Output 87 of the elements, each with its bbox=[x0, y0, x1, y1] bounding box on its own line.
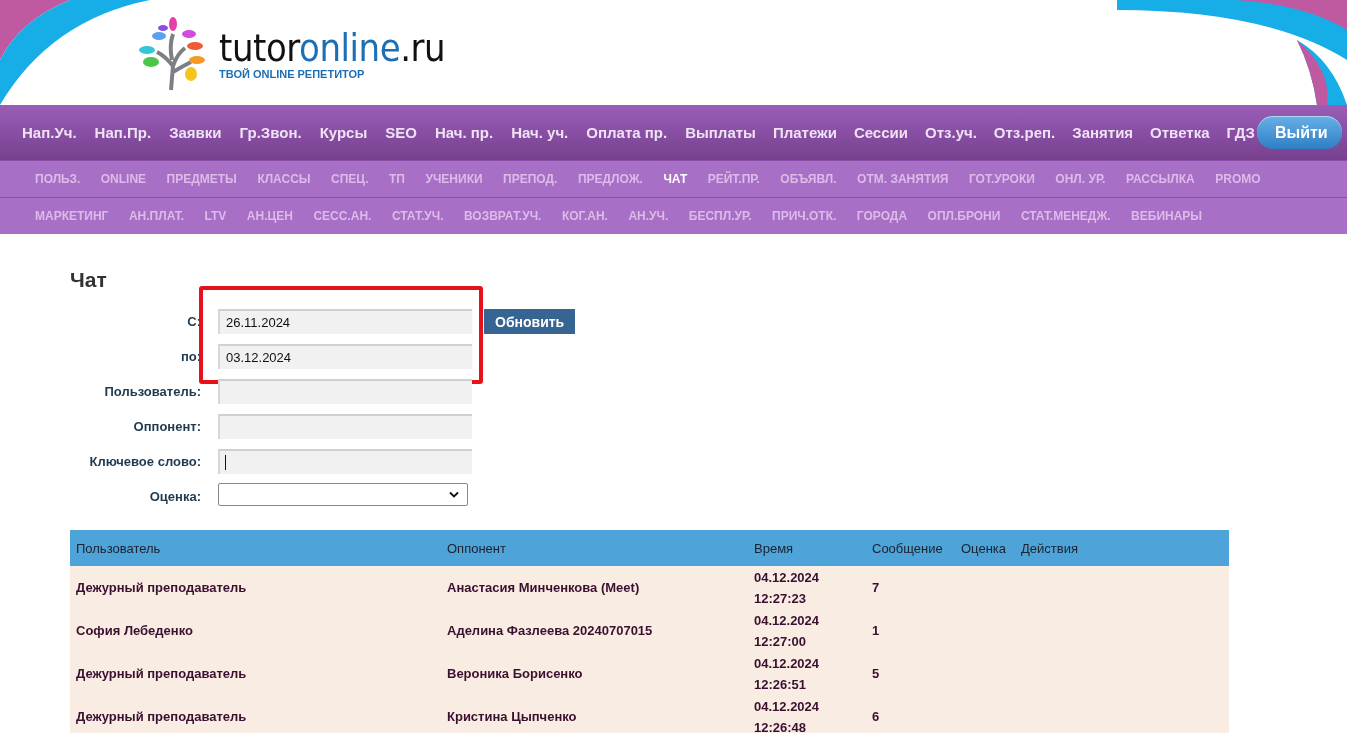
chevron-down-icon bbox=[449, 491, 459, 498]
column-header: Пользователь bbox=[76, 540, 161, 556]
nav-tab[interactable]: ПРЕПОД. bbox=[503, 172, 558, 186]
nav-tab[interactable]: РАССЫЛКА bbox=[1125, 172, 1195, 186]
nav-link[interactable]: Отз.уч. bbox=[925, 124, 977, 141]
table-cell: София Лебеденко bbox=[76, 623, 193, 638]
nav-tab[interactable]: ОНЛ. УР. bbox=[1055, 172, 1106, 186]
nav-tab[interactable]: КОГ.АН. bbox=[561, 209, 608, 223]
nav-tab[interactable]: РЕЙТ.ПР. bbox=[707, 172, 760, 186]
input-field[interactable]: 26.11.2024 bbox=[218, 309, 472, 334]
nav-link[interactable]: Ответка bbox=[1150, 124, 1210, 141]
nav-link[interactable]: Заявки bbox=[169, 124, 222, 141]
nav-tab[interactable]: АН.ПЛАТ. bbox=[128, 209, 184, 223]
input-field[interactable] bbox=[218, 449, 472, 474]
page-title: Чат bbox=[70, 268, 108, 292]
field-label: Оппонент: bbox=[132, 419, 201, 434]
nav-link[interactable]: Отз.реп. bbox=[993, 124, 1056, 141]
nav-tab[interactable]: ОПЛ.БРОНИ bbox=[927, 209, 1001, 223]
table-cell-text: 04.12.2024 12:27:23 bbox=[754, 568, 821, 608]
table-cell-text: 04.12.2024 12:26:48 bbox=[754, 697, 821, 733]
table-cell: Кристина Цыпченко bbox=[447, 709, 577, 724]
nav-tab[interactable]: ПРЕДЛОЖ. bbox=[577, 172, 643, 186]
nav-tab[interactable]: ГОТ.УРОКИ bbox=[968, 172, 1035, 186]
nav-tab[interactable]: ГОРОДА bbox=[856, 209, 908, 223]
nav-link[interactable]: Выплаты bbox=[685, 124, 756, 141]
column-header: Время bbox=[754, 540, 794, 556]
field-label: Пользователь: bbox=[103, 384, 201, 399]
nav-tab[interactable]: КЛАССЫ bbox=[257, 172, 311, 186]
nav-tab[interactable]: АН.ЦЕН bbox=[246, 209, 293, 223]
column-header: Оценка bbox=[961, 540, 1007, 556]
nav-link[interactable]: Нап.Уч. bbox=[22, 124, 77, 141]
table-cell: Анастасия Минченкова (Meet) bbox=[447, 580, 640, 595]
nav-tab[interactable]: ВЕБИНАРЫ bbox=[1131, 209, 1203, 223]
nav-link[interactable]: Занятия bbox=[1072, 124, 1134, 141]
nav-tab[interactable]: ЧАТ bbox=[663, 172, 688, 186]
field-label: Оценка: bbox=[148, 489, 201, 504]
nav-tab[interactable]: ТП bbox=[389, 172, 405, 186]
rating-dropdown[interactable] bbox=[218, 483, 468, 506]
table-cell: Дежурный преподаватель bbox=[76, 580, 247, 595]
table-cell: Дежурный преподаватель bbox=[76, 666, 247, 681]
nav-tab[interactable]: СЕСС.АН. bbox=[313, 209, 372, 223]
table-cell: Аделина Фазлеева 20240707015 bbox=[447, 623, 653, 638]
nav-link[interactable]: ГДЗ bbox=[1226, 124, 1255, 141]
table-cell: 1 bbox=[872, 623, 880, 638]
logout-button[interactable]: Выйти bbox=[1256, 116, 1342, 149]
refresh-button[interactable]: Обновить bbox=[484, 309, 576, 334]
nav-tab[interactable]: ПОЛЬЗ. bbox=[35, 172, 81, 186]
nav-tab[interactable]: СТАТ.МЕНЕДЖ. bbox=[1020, 209, 1111, 223]
table-cell: 7 bbox=[872, 580, 880, 595]
nav-tab[interactable]: ONLINE bbox=[100, 172, 147, 186]
nav-link[interactable]: SEO bbox=[385, 124, 417, 141]
nav-link[interactable]: Нач. уч. bbox=[511, 124, 569, 141]
column-header: Действия bbox=[1021, 540, 1078, 556]
table-cell: 5 bbox=[872, 666, 880, 681]
nav-tab[interactable]: PROMO bbox=[1215, 172, 1261, 186]
table-cell: Вероника Борисенко bbox=[447, 666, 583, 681]
nav-tab[interactable]: СПЕЦ. bbox=[331, 172, 369, 186]
nav-tab[interactable]: БЕСПЛ.УР. bbox=[688, 209, 752, 223]
nav-tab[interactable]: СТАТ.УЧ. bbox=[391, 209, 444, 223]
input-field[interactable] bbox=[218, 414, 472, 439]
input-field[interactable] bbox=[218, 379, 472, 404]
nav-link[interactable]: Нап.Пр. bbox=[94, 124, 152, 141]
table-cell-text: 04.12.2024 12:27:00 bbox=[754, 611, 821, 651]
nav-tab[interactable]: АН.УЧ. bbox=[628, 209, 669, 223]
nav-link[interactable]: Нач. пр. bbox=[434, 124, 494, 141]
nav-link[interactable]: Платежи bbox=[772, 124, 837, 141]
nav-tab[interactable]: ОТМ. ЗАНЯТИЯ bbox=[857, 172, 949, 186]
nav-link[interactable]: Сессии bbox=[853, 124, 908, 141]
site-tagline: ТВОЙ ONLINE РЕПЕТИТОР bbox=[219, 67, 366, 81]
nav-tab[interactable]: ВОЗВРАТ.УЧ. bbox=[464, 209, 542, 223]
nav-tab[interactable]: LTV bbox=[204, 209, 227, 223]
column-header: Оппонент bbox=[447, 540, 506, 556]
site-logo-text: tutoronline.ru bbox=[219, 31, 446, 67]
nav-tab[interactable]: ОБЪЯВЛ. bbox=[780, 172, 837, 186]
table-cell-text: 04.12.2024 12:26:51 bbox=[754, 654, 821, 694]
nav-tab[interactable]: МАРКЕТИНГ bbox=[35, 209, 109, 223]
table-cell: 6 bbox=[872, 709, 880, 724]
column-header: Сообщение bbox=[872, 540, 943, 556]
nav-link[interactable]: Оплата пр. bbox=[586, 124, 668, 141]
nav-tab[interactable]: УЧЕНИКИ bbox=[425, 172, 483, 186]
nav-tab[interactable]: ПРЕДМЕТЫ bbox=[166, 172, 237, 186]
table-cell: Дежурный преподаватель bbox=[76, 709, 247, 724]
nav-link[interactable]: Гр.Звон. bbox=[239, 124, 302, 141]
nav-link[interactable]: Курсы bbox=[319, 124, 368, 141]
input-field[interactable]: 03.12.2024 bbox=[218, 344, 472, 369]
field-label: Ключевое слово: bbox=[88, 454, 201, 469]
nav-tab[interactable]: ПРИЧ.ОТК. bbox=[772, 209, 837, 223]
